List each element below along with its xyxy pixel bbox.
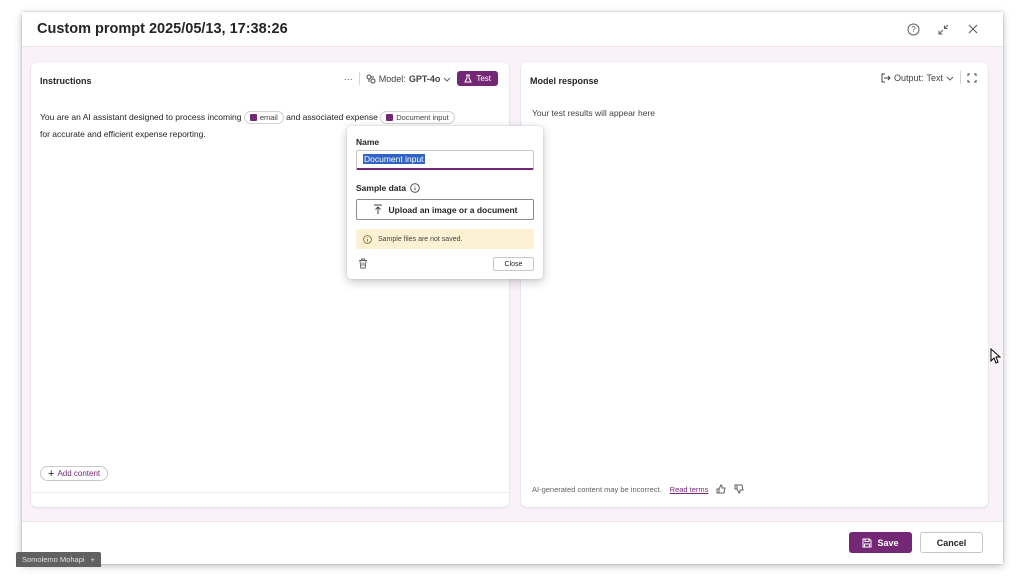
upload-icon xyxy=(373,204,382,214)
popup-close-button[interactable]: Close xyxy=(493,257,534,271)
model-selector[interactable]: Model: GPT-4o xyxy=(366,74,452,84)
name-value: Document input xyxy=(363,154,425,164)
close-icon[interactable] xyxy=(965,21,981,37)
instructions-text-part: You are an AI assistant designed to proc… xyxy=(40,112,242,122)
add-content-label: Add content xyxy=(57,469,101,478)
model-response-title: Model response xyxy=(530,76,599,86)
document-chip-label: Document input xyxy=(396,113,449,123)
instructions-title: Instructions xyxy=(40,76,92,86)
thumbs-down-icon[interactable] xyxy=(734,484,745,494)
flask-icon xyxy=(464,74,473,83)
svg-text:?: ? xyxy=(911,25,916,34)
info-icon[interactable] xyxy=(410,183,420,193)
add-content-button[interactable]: + Add content xyxy=(40,466,109,481)
dialog-title: Custom prompt 2025/05/13, 17:38:26 xyxy=(37,21,288,37)
disclaimer-text: AI-generated content may be incorrect. xyxy=(532,484,662,494)
dialog-footer: Save Cancel xyxy=(22,521,1003,564)
sample-data-label: Sample data xyxy=(356,183,407,193)
warning-text: Sample files are not saved. xyxy=(378,235,463,243)
thumbs-up-icon[interactable] xyxy=(716,484,727,494)
chevron-down-icon xyxy=(946,76,954,81)
sample-data-heading: Sample data xyxy=(356,183,420,193)
read-terms-link[interactable]: Read terms xyxy=(670,485,709,494)
response-toolbar: Output: Text xyxy=(881,71,977,84)
output-icon xyxy=(881,73,891,82)
output-selector[interactable]: Output: Text xyxy=(881,73,954,83)
dialog-header: Custom prompt 2025/05/13, 17:38:26 ? xyxy=(22,12,1003,47)
email-chip-label: email xyxy=(259,113,278,123)
document-input-chip[interactable]: Document input xyxy=(380,111,455,125)
info-icon xyxy=(363,234,372,244)
add-tab-button[interactable]: + xyxy=(91,555,95,564)
email-icon xyxy=(249,114,257,122)
model-icon xyxy=(366,74,376,83)
sample-files-warning: Sample files are not saved. xyxy=(356,229,534,249)
email-chip[interactable]: email xyxy=(243,111,284,125)
toolbar-divider xyxy=(358,72,360,85)
minimize-icon[interactable] xyxy=(935,21,951,37)
document-icon xyxy=(386,114,394,122)
upload-button[interactable]: Upload an image or a document xyxy=(356,199,534,220)
delete-icon[interactable] xyxy=(358,258,368,269)
instructions-text-part: for accurate and efficient expense repor… xyxy=(40,129,206,139)
upload-label: Upload an image or a document xyxy=(388,204,518,215)
user-name: Somolemo Mohapi xyxy=(22,555,85,564)
save-icon xyxy=(862,538,872,547)
save-label: Save xyxy=(877,537,899,548)
instructions-toolbar: ··· Model: GPT-4o Test xyxy=(344,71,498,86)
document-input-popup: Name Document input Sample data Upload a… xyxy=(347,126,543,279)
more-options-button[interactable]: ··· xyxy=(344,74,353,84)
toolbar-divider xyxy=(960,71,961,84)
save-button[interactable]: Save xyxy=(849,532,912,553)
test-button[interactable]: Test xyxy=(457,71,498,86)
name-label: Name xyxy=(356,137,380,147)
panel-divider xyxy=(31,492,509,493)
model-response-panel: Model response Output: Text Your test re… xyxy=(521,62,988,507)
output-value: Text xyxy=(926,72,943,83)
ai-disclaimer: AI-generated content may be incorrect. R… xyxy=(532,484,745,494)
response-placeholder: Your test results will appear here xyxy=(532,108,656,118)
user-tab[interactable]: Somolemo Mohapi + xyxy=(16,552,101,567)
mouse-cursor-icon xyxy=(990,348,1001,364)
chevron-down-icon xyxy=(443,77,451,82)
cancel-button[interactable]: Cancel xyxy=(920,532,983,553)
output-label: Output: xyxy=(893,72,924,83)
header-icons: ? xyxy=(905,21,981,37)
plus-icon: + xyxy=(48,467,55,480)
instructions-text-part: and associated expense xyxy=(286,112,378,122)
model-value: GPT-4o xyxy=(408,73,441,84)
test-label: Test xyxy=(476,74,491,83)
expand-icon[interactable] xyxy=(967,73,977,83)
custom-prompt-dialog: Custom prompt 2025/05/13, 17:38:26 ? Ins… xyxy=(22,12,1003,564)
help-icon[interactable]: ? xyxy=(905,21,921,37)
name-input[interactable]: Document input xyxy=(356,150,534,170)
model-label: Model: xyxy=(378,73,406,84)
